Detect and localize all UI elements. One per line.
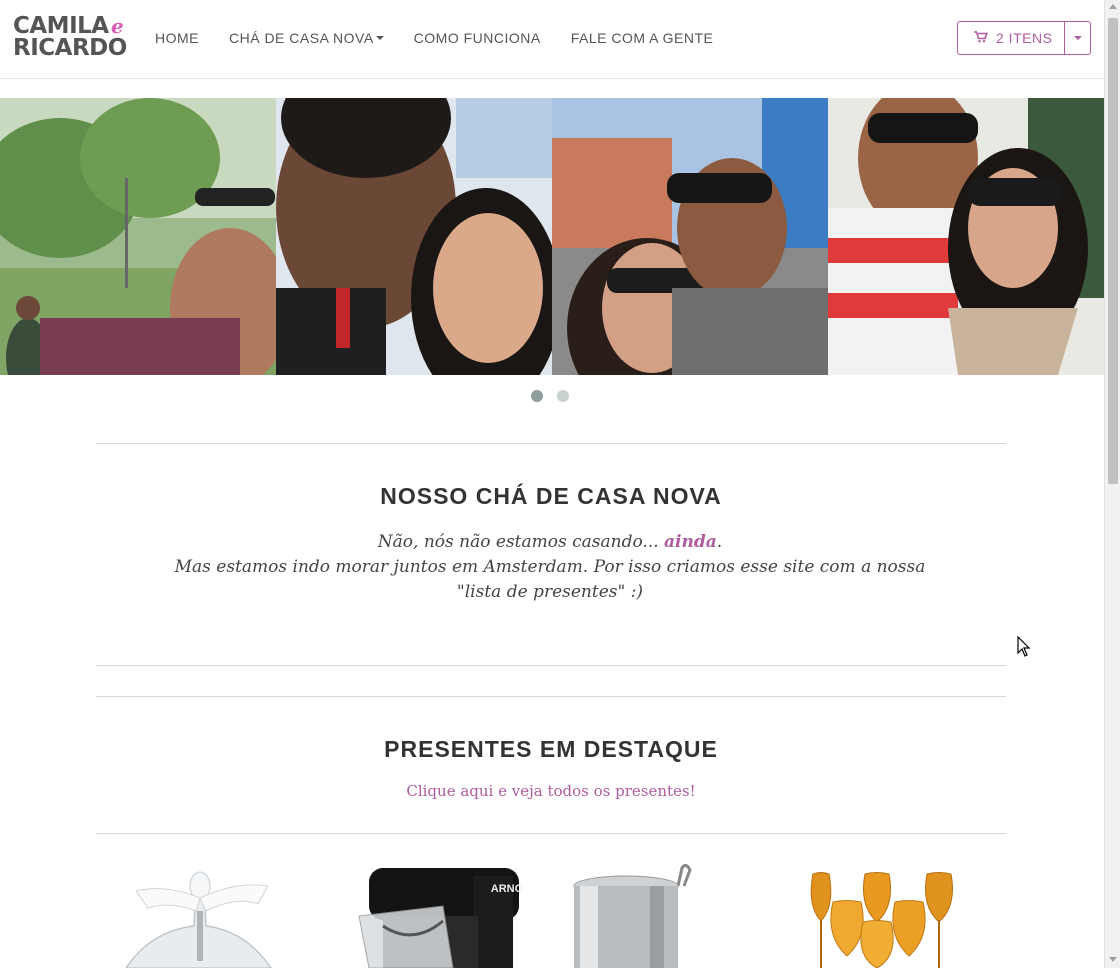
cart-icon xyxy=(974,30,988,46)
chevron-down-icon xyxy=(375,36,384,40)
carousel-photo-2 xyxy=(276,98,552,375)
cart-button[interactable]: 2 ITENS xyxy=(957,21,1066,55)
nav-home-label: HOME xyxy=(155,30,199,46)
carousel-indicators xyxy=(531,390,583,402)
nav-fale-com-a-gente[interactable]: FALE COM A GENTE xyxy=(571,30,714,46)
scrollbar-thumb[interactable] xyxy=(1108,18,1118,484)
chevron-down-icon xyxy=(1073,36,1082,40)
nav-home[interactable]: HOME xyxy=(155,30,199,46)
product-amber-wine-glasses[interactable] xyxy=(777,856,1004,968)
carousel-photo-3 xyxy=(552,98,828,375)
featured-products: ARNO xyxy=(96,856,1006,968)
nav-fale-label: FALE COM A GENTE xyxy=(570,30,714,46)
main-nav: HOME CHÁ DE CASA NOVA COMO FUNCIONA FALE… xyxy=(155,30,743,46)
carousel-photo-1 xyxy=(0,98,276,375)
logo-line2: RICARDO xyxy=(13,35,127,61)
divider xyxy=(96,833,1006,834)
intro-line1-a: Não, nós não estamos casando... xyxy=(377,532,665,552)
arno-brand-label: ARNO xyxy=(491,883,524,895)
see-all-gifts-link[interactable]: Clique aqui e veja todos os presentes! xyxy=(96,782,1006,800)
brand-logo[interactable]: CAMILA RICARDO e xyxy=(13,13,127,61)
product-steel-trash-can[interactable] xyxy=(550,856,777,968)
mouse-cursor-icon xyxy=(1017,635,1031,662)
intro-text: Não, nós não estamos casando... ainda. M… xyxy=(150,530,950,605)
intro-line2: Mas estamos indo morar juntos em Amsterd… xyxy=(174,557,926,602)
nav-cha-de-casa-nova[interactable]: CHÁ DE CASA NOVA xyxy=(229,30,384,46)
cart-label: 2 ITENS xyxy=(996,30,1053,46)
intro-line1-b: . xyxy=(716,532,723,552)
divider xyxy=(96,443,1006,444)
intro-title: NOSSO CHÁ DE CASA NOVA xyxy=(380,483,722,509)
divider xyxy=(96,665,1006,666)
divider xyxy=(96,696,1006,697)
carousel-photo-4 xyxy=(828,98,1104,375)
scroll-down-icon[interactable] xyxy=(1109,957,1117,962)
cart-button-group: 2 ITENS xyxy=(957,21,1092,55)
carousel-dot-1[interactable] xyxy=(531,390,543,402)
nav-como-funciona[interactable]: COMO FUNCIONA xyxy=(414,30,541,46)
intro-emphasis: ainda xyxy=(664,532,717,552)
page-scrollbar[interactable] xyxy=(1104,0,1120,968)
featured-title: PRESENTES EM DESTAQUE xyxy=(384,736,718,762)
carousel-dot-2[interactable] xyxy=(557,390,569,402)
logo-line1: CAMILA xyxy=(13,13,109,39)
nav-como-label: COMO FUNCIONA xyxy=(413,30,541,46)
navbar: CAMILA RICARDO e HOME CHÁ DE CASA NOVA C… xyxy=(0,0,1104,79)
scroll-up-icon[interactable] xyxy=(1109,4,1117,9)
product-glass-bell[interactable] xyxy=(96,856,323,968)
logo-ampersand: e xyxy=(111,14,124,38)
photo-carousel[interactable] xyxy=(0,98,1104,375)
product-arno-mixer[interactable]: ARNO xyxy=(323,856,550,968)
nav-cha-label: CHÁ DE CASA NOVA xyxy=(229,30,374,46)
cart-dropdown-toggle[interactable] xyxy=(1065,21,1092,55)
